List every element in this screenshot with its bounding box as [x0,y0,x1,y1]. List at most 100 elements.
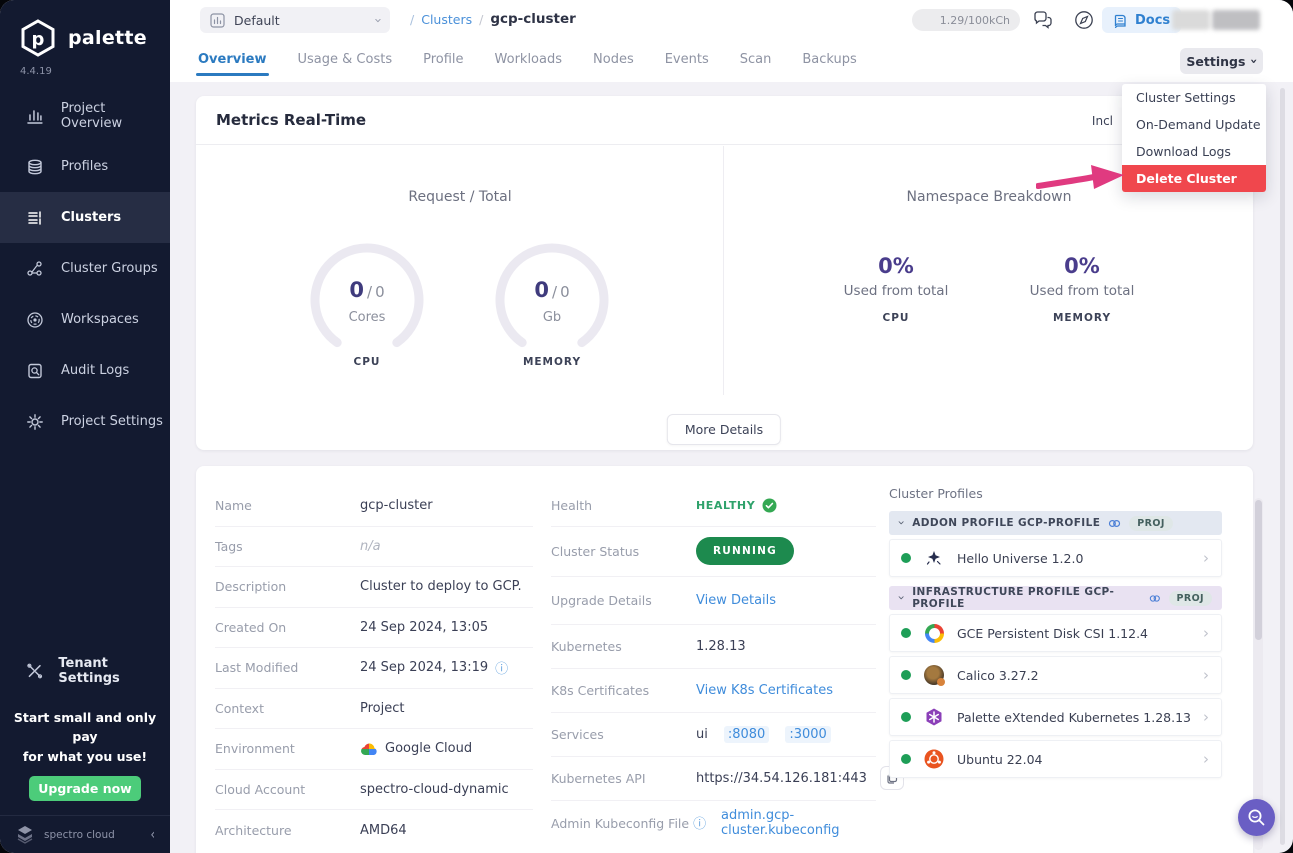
profile-layer-pxk[interactable]: Palette eXtended Kubernetes 1.28.13 › [889,698,1222,736]
metric-label: MEMORY [992,312,1172,324]
detail-row-name: Name gcp-cluster [215,486,533,527]
link-icon[interactable] [1149,592,1161,605]
cluster-details-card: Name gcp-cluster Tags n/a Description Cl… [196,466,1253,853]
menu-item-delete-cluster[interactable]: Delete Cluster [1122,165,1266,192]
magnifier-smile-icon [1247,808,1266,827]
kubeconfig-download-link[interactable]: admin.gcp-cluster.kubeconfig [721,808,876,838]
addon-profile-header[interactable]: › ADDON PROFILE GCP-PROFILE PROJ [889,511,1222,535]
link-icon[interactable] [1108,517,1121,530]
gauge-metric-label: CPU [307,356,427,368]
detail-value: AMD64 [360,823,407,838]
sidebar-item-project-overview[interactable]: Project Overview [0,90,170,141]
chevron-right-icon: › [1203,549,1209,567]
service-port-link[interactable]: :3000 [785,726,830,743]
infrastructure-profile-header[interactable]: › INFRASTRUCTURE PROFILE GCP-PROFILE PRO… [889,586,1222,610]
hello-universe-icon [923,547,945,569]
tab-usage-costs[interactable]: Usage & Costs [296,44,395,80]
profile-layer-gce-disk[interactable]: GCE Persistent Disk CSI 1.12.4 › [889,614,1222,652]
namespace-cpu-stat: 0% Used from total CPU [806,254,986,324]
more-details-button[interactable]: More Details [667,414,781,445]
tab-backups[interactable]: Backups [800,44,858,80]
detail-label: Context [215,701,360,716]
cluster-status-badge[interactable]: RUNNING [696,537,794,565]
upgrade-now-button[interactable]: Upgrade now [29,776,141,801]
layer-name: GCE Persistent Disk CSI 1.12.4 [957,626,1191,641]
scope-badge: PROJ [1129,516,1173,531]
cpu-gauge: 0/0 Cores CPU [307,238,427,358]
tab-nodes[interactable]: Nodes [591,44,636,80]
google-cloud-icon [360,742,378,756]
details-left-column: Name gcp-cluster Tags n/a Description Cl… [215,486,533,851]
namespace-memory-stat: 0% Used from total MEMORY [992,254,1172,324]
detail-value: Project [360,701,404,716]
detail-value: HEALTHY [696,498,777,513]
service-port-link[interactable]: :8080 [724,726,769,743]
detail-label: Services [551,727,696,742]
tab-scan[interactable]: Scan [738,44,774,80]
promo-line2: for what you use! [0,747,170,766]
profile-layer-calico[interactable]: Calico 3.27.2 › [889,656,1222,694]
menu-item-download-logs[interactable]: Download Logs [1122,138,1266,165]
sidebar-item-project-settings[interactable]: Project Settings [0,396,170,447]
promo-line1: Start small and only pay [0,708,170,747]
api-endpoint: https://34.54.126.181:443 [696,771,867,786]
chevron-down-icon: › [895,595,909,600]
cluster-profiles-panel: Cluster Profiles › ADDON PROFILE GCP-PRO… [889,486,1222,782]
compass-icon[interactable] [1073,9,1095,31]
view-k8s-certificates-link[interactable]: View K8s Certificates [696,683,833,698]
detail-label: Admin Kubeconfig File ⓘ [551,813,721,832]
sidebar-item-cluster-groups[interactable]: Cluster Groups [0,243,170,294]
upgrade-promo: Start small and only pay for what you us… [0,708,170,766]
profile-layer-ubuntu[interactable]: Ubuntu 22.04 › [889,740,1222,778]
info-icon[interactable]: ⓘ [495,658,508,677]
profile-layer-hello-universe[interactable]: Hello Universe 1.2.0 › [889,539,1222,577]
sidebar-item-audit-logs[interactable]: Audit Logs [0,345,170,396]
menu-item-cluster-settings[interactable]: Cluster Settings [1122,84,1266,111]
chevron-down-icon: › [371,17,384,22]
chat-icon[interactable] [1032,9,1054,31]
tab-profile[interactable]: Profile [421,44,465,80]
brand-name: palette [68,27,147,49]
sidebar-item-profiles[interactable]: Profiles [0,141,170,192]
sidebar-item-label: Audit Logs [61,363,129,378]
tab-overview[interactable]: Overview [196,44,269,80]
detail-label: Last Modified [215,660,360,675]
tab-events[interactable]: Events [663,44,711,80]
cluster-profiles-title: Cluster Profiles [889,486,1222,501]
footer-brand-name: spectro cloud [44,829,142,841]
sidebar-item-clusters[interactable]: Clusters [0,192,170,243]
help-search-fab[interactable] [1238,799,1275,836]
layer-name: Hello Universe 1.2.0 [957,551,1191,566]
docs-button[interactable]: Docs [1102,7,1181,33]
detail-row-last-modified: Last Modified 24 Sep 2024, 13:19ⓘ [215,648,533,689]
view-details-link[interactable]: View Details [696,593,776,608]
breadcrumb-clusters-link[interactable]: Clusters [421,12,472,27]
content-scrollbar[interactable] [1254,498,1263,850]
detail-row-context: Context Project [215,689,533,730]
detail-row-architecture: Architecture AMD64 [215,810,533,851]
gear-icon [26,413,44,431]
sidebar-item-tenant-settings[interactable]: Tenant Settings [0,646,170,696]
brand-logo[interactable]: p palette [18,18,147,58]
detail-label: Created On [215,620,360,635]
page-scrollbar[interactable] [1280,88,1285,845]
scrollbar-thumb[interactable] [1255,500,1262,640]
app-version: 4.4.19 [20,66,52,77]
profile-header-label: ADDON PROFILE GCP-PROFILE [912,517,1100,529]
sidebar-item-label: Workspaces [61,312,139,327]
workspaces-icon [26,311,44,329]
collapse-sidebar-icon[interactable]: ‹ [151,827,155,843]
status-dot [901,628,911,638]
info-icon[interactable]: ⓘ [693,817,706,832]
sidebar-item-workspaces[interactable]: Workspaces [0,294,170,345]
project-scope-select[interactable]: Default › [200,7,390,33]
scope-badge: PROJ [1169,591,1213,606]
detail-row-created-on: Created On 24 Sep 2024, 13:05 [215,608,533,649]
detail-value: https://34.54.126.181:443 [696,766,904,790]
settings-button[interactable]: Settings › [1180,48,1263,74]
breadcrumb-current: gcp-cluster [490,11,575,27]
detail-row-k8s-certificates: K8s Certificates View K8s Certificates [551,669,876,713]
redacted-user-info [1212,10,1260,30]
menu-item-on-demand-update[interactable]: On-Demand Update [1122,111,1266,138]
tab-workloads[interactable]: Workloads [493,44,564,80]
